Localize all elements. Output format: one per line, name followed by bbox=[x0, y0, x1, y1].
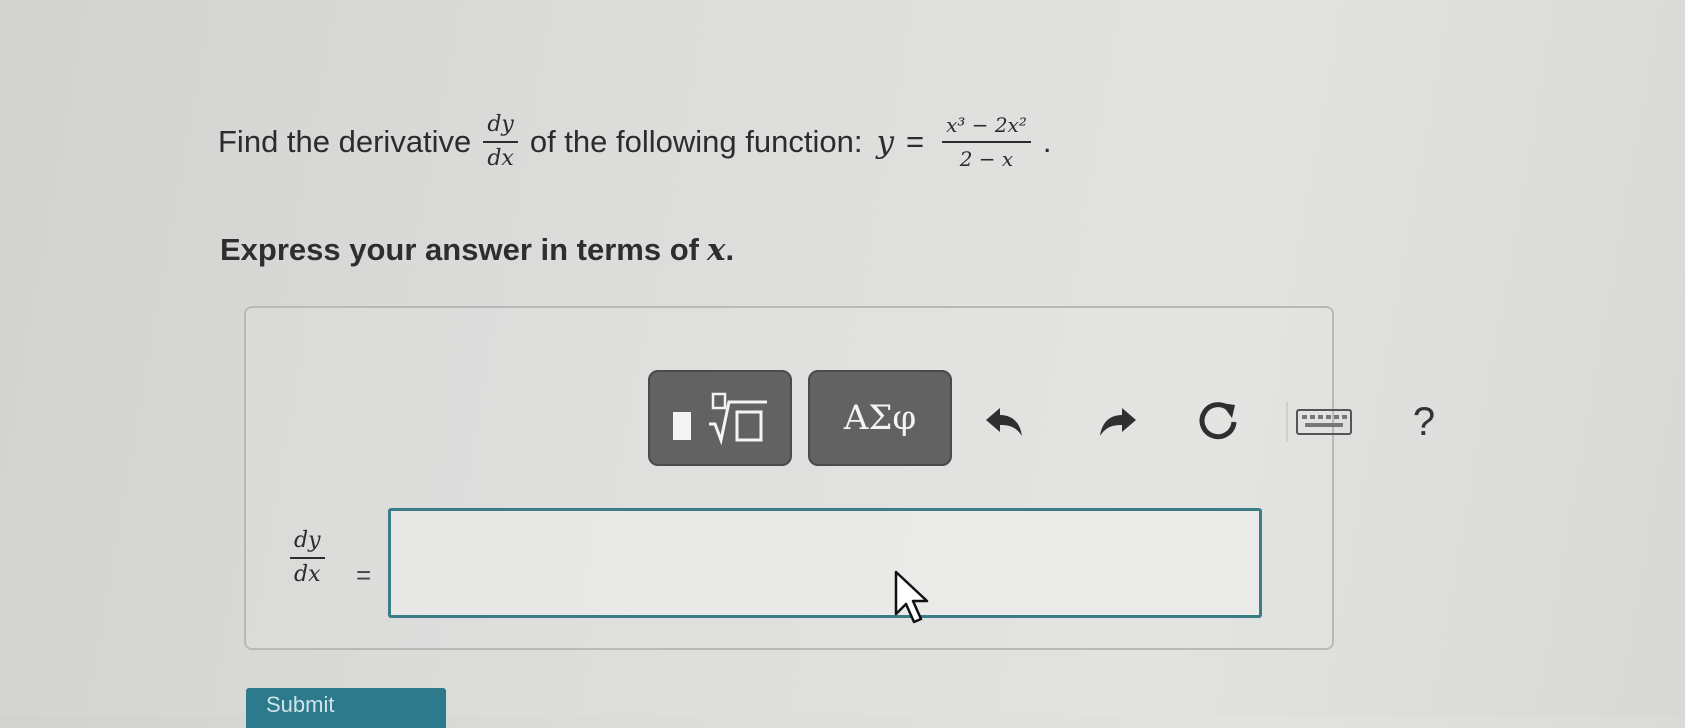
answer-panel: ΑΣφ ? dy dx = bbox=[244, 306, 1435, 650]
redo-icon[interactable] bbox=[1088, 392, 1148, 452]
keyboard-icon[interactable] bbox=[1294, 392, 1354, 452]
question-prefix: Find the derivative bbox=[218, 124, 472, 159]
mouse-cursor-icon bbox=[894, 570, 934, 631]
fraction-bar bbox=[483, 141, 518, 143]
answer-lhs-fraction: dy dx bbox=[290, 528, 325, 588]
help-button[interactable]: ? bbox=[1394, 392, 1454, 452]
instruction-period: . bbox=[725, 232, 735, 267]
function-numerator: x³ − 2x² bbox=[946, 113, 1027, 137]
instruction-variable: x bbox=[706, 232, 726, 268]
undo-icon[interactable] bbox=[974, 392, 1034, 452]
function-equals: = bbox=[905, 124, 925, 159]
function-denominator: 2 − x bbox=[959, 147, 1014, 171]
answer-input[interactable] bbox=[388, 508, 1262, 618]
instruction-body: Express your answer in terms of bbox=[220, 232, 699, 267]
instruction-text: Express your answer in terms of x. bbox=[220, 232, 734, 268]
function-fraction: x³ − 2x² 2 − x bbox=[942, 112, 1031, 172]
toolbar-separator bbox=[1286, 402, 1288, 442]
answer-equals: = bbox=[356, 560, 372, 590]
derivative-numerator: dy bbox=[487, 112, 514, 137]
templates-icon bbox=[673, 392, 767, 446]
function-lhs: y bbox=[876, 124, 894, 160]
fraction-bar bbox=[942, 141, 1031, 143]
question-middle: of the following function: bbox=[529, 124, 863, 159]
question-period: . bbox=[1042, 124, 1052, 159]
templates-palette-button[interactable] bbox=[648, 370, 792, 466]
derivative-fraction: dy dx bbox=[483, 112, 518, 172]
fraction-bar bbox=[290, 557, 325, 559]
reset-icon[interactable] bbox=[1188, 392, 1248, 452]
submit-button[interactable]: Submit bbox=[246, 688, 446, 728]
answer-lhs-numerator: dy bbox=[294, 528, 321, 553]
question-text: Find the derivative dy dx of the followi… bbox=[218, 112, 1051, 172]
derivative-denominator: dx bbox=[487, 146, 514, 171]
greek-palette-button[interactable]: ΑΣφ bbox=[808, 370, 952, 466]
answer-lhs-denominator: dx bbox=[294, 562, 321, 587]
